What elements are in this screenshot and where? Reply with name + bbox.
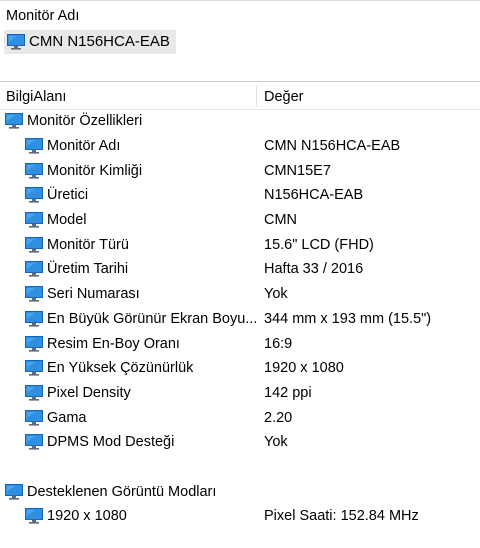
item-field: Monitör Adı <box>47 138 121 155</box>
monitor-icon <box>5 483 23 500</box>
list-item[interactable]: 1920 x 1080 Pixel Saati: 152.84 MHz <box>0 504 480 529</box>
item-value: CMN N156HCA-EAB <box>264 138 401 155</box>
list-item[interactable]: Üretim Tarihi Hafta 33 / 2016 <box>0 257 480 282</box>
list-item[interactable]: Pixel Density 142 ppi <box>0 381 480 406</box>
monitor-icon <box>25 360 43 376</box>
item-value: 344 mm x 193 mm (15.5") <box>264 310 432 327</box>
item-value: 15.6" LCD (FHD) <box>264 236 374 253</box>
item-field: Monitör Kimliği <box>47 162 143 179</box>
window-top-border <box>0 0 480 1</box>
item-field: DPMS Mod Desteği <box>47 434 175 451</box>
monitor-icon <box>25 212 43 228</box>
list-item[interactable]: Gama 2.20 <box>0 405 480 430</box>
item-field: Resim En-Boy Oranı <box>47 335 180 352</box>
list-item[interactable]: Monitör Türü 15.6" LCD (FHD) <box>0 232 480 257</box>
list-item[interactable]: DPMS Mod Desteği Yok <box>0 430 480 455</box>
section-title: Desteklenen Görüntü Modları <box>27 483 217 500</box>
list-item[interactable]: Üretici N156HCA-EAB <box>0 183 480 208</box>
item-field: En Büyük Görünür Ekran Boyu... <box>47 310 258 327</box>
spacer-row <box>0 455 480 480</box>
monitor-icon <box>25 261 43 278</box>
column-divider[interactable] <box>256 85 257 107</box>
list-header: BilgiAlanı Değer <box>0 82 480 110</box>
monitor-icon <box>7 34 25 50</box>
list-item[interactable]: En Büyük Görünür Ekran Boyu... 344 mm x 1… <box>0 307 480 332</box>
section-row[interactable]: Monitör Özellikleri <box>0 109 480 134</box>
monitor-icon <box>25 409 43 426</box>
monitor-icon <box>25 434 43 450</box>
item-field: Monitör Türü <box>47 236 129 253</box>
item-value: Pixel Saati: 152.84 MHz <box>264 508 419 525</box>
monitor-info-list[interactable]: BilgiAlanı Değer Monitör Özellikleri Moni… <box>0 81 480 548</box>
section-title: Monitör Özellikleri <box>27 113 143 130</box>
item-value: N156HCA-EAB <box>264 187 364 204</box>
monitor-icon <box>25 310 43 327</box>
monitor-icon <box>25 286 43 302</box>
list-item[interactable]: Seri Numarası Yok <box>0 282 480 307</box>
item-value: CMN <box>264 212 298 229</box>
item-value: 16:9 <box>264 335 293 352</box>
item-value: Yok <box>264 434 288 451</box>
monitor-selector-value: CMN N156HCA-EAB <box>29 33 170 50</box>
monitor-icon <box>25 236 43 253</box>
monitor-name-label: Monitör Adı <box>6 8 80 24</box>
item-field: 1920 x 1080 <box>47 508 127 525</box>
monitor-icon <box>5 113 23 129</box>
item-field: Gama <box>47 409 87 426</box>
item-value: Yok <box>264 286 288 303</box>
item-value: 142 ppi <box>264 384 312 401</box>
item-value: 1920 x 1080 <box>264 360 344 377</box>
monitor-icon <box>25 162 43 179</box>
list-item[interactable]: Monitör Kimliği CMN15E7 <box>0 158 480 183</box>
monitor-icon <box>25 335 43 352</box>
monitor-icon <box>25 508 43 524</box>
monitor-icon <box>25 187 43 204</box>
item-field: Model <box>47 212 87 229</box>
column-header-field[interactable]: BilgiAlanı <box>6 88 66 106</box>
list-item[interactable]: Resim En-Boy Oranı 16:9 <box>0 331 480 356</box>
monitor-selector[interactable]: CMN N156HCA-EAB <box>4 30 176 54</box>
item-field: Pixel Density <box>47 384 131 401</box>
monitor-icon <box>25 138 43 154</box>
column-header-value[interactable]: Değer <box>264 88 304 106</box>
item-field: En Yüksek Çözünürlük <box>47 360 194 377</box>
item-value: CMN15E7 <box>264 162 331 179</box>
item-field: Üretim Tarihi <box>47 261 129 278</box>
item-value: Hafta 33 / 2016 <box>264 261 364 278</box>
list-item[interactable]: En Yüksek Çözünürlük 1920 x 1080 <box>0 356 480 381</box>
list-rows: Monitör Özellikleri Monitör Adı CMN N156HC… <box>0 109 480 529</box>
monitor-icon <box>25 384 43 401</box>
item-field: Seri Numarası <box>47 286 140 303</box>
list-item[interactable]: Monitör Adı CMN N156HCA-EAB <box>0 134 480 159</box>
section-row[interactable]: Desteklenen Görüntü Modları <box>0 479 480 504</box>
list-item[interactable]: Model CMN <box>0 208 480 233</box>
item-field: Üretici <box>47 187 89 204</box>
item-value: 2.20 <box>264 409 293 426</box>
